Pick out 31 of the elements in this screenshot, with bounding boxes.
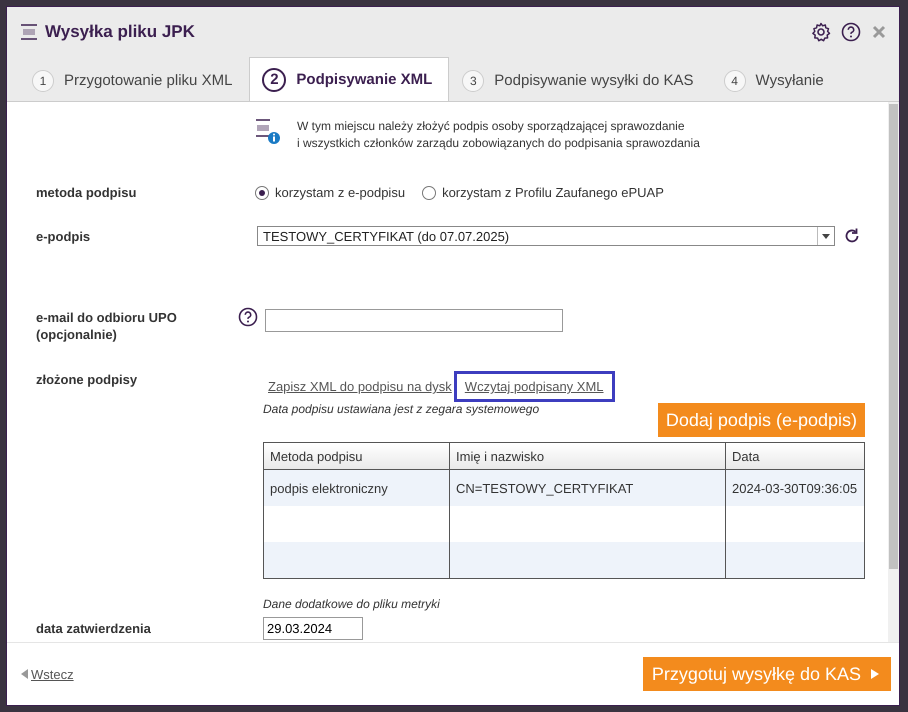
step-tab[interactable]: 4 Wysyłanie <box>710 59 841 101</box>
note-text: Data podpisu ustawiana jest z zegara systemowego <box>263 402 540 418</box>
field-label: data zatwierdzenia <box>36 620 152 637</box>
radio-option[interactable]: korzystam z Profilu Zaufanego ePUAP <box>442 185 664 200</box>
field-label: złożone podpisy <box>36 371 138 388</box>
field-label: metoda podpisu <box>36 184 138 201</box>
table-cell: CN=TESTOWY_CERTYFIKAT <box>450 470 726 506</box>
date-input-field[interactable]: 29.03.2024 <box>263 617 363 640</box>
link[interactable]: Zapisz XML do podpisu na dysk <box>268 374 452 399</box>
link[interactable]: Wczytaj podpisany XML <box>454 371 615 402</box>
window-title: Wysyłka pliku JPK <box>45 22 196 42</box>
step-tab[interactable]: 3 Podpisywanie wysyłki do KAS <box>449 59 711 101</box>
column-header: Data <box>731 448 760 466</box>
step-number: 2 <box>262 68 286 92</box>
table-cell: podpis elektroniczny <box>264 470 450 506</box>
step-number: 4 <box>724 70 746 92</box>
step-number: 1 <box>32 70 54 92</box>
info-text: W tym miejscu należy złożyć podpis osoby sporządzającej sprawozdanie i wszystkich członków zarządu zobowiązanych do podpisania sprawozdania <box>297 118 700 152</box>
step-tab[interactable]: 2 Podpisywanie XML <box>249 57 450 101</box>
step-number: 3 <box>462 70 484 92</box>
column-header: Imię i nazwisko <box>450 443 726 469</box>
step-tab[interactable]: 1 Przygotowanie pliku XML <box>19 59 250 101</box>
certificate-dropdown[interactable]: TESTOWY_CERTYFIKAT (do 07.07.2025) <box>257 226 835 246</box>
field-label: e-podpis <box>36 228 92 244</box>
column-header: Metoda podpisu <box>264 443 450 469</box>
note-text: Dane dodatkowe do pliku metryki <box>263 597 440 611</box>
dropdown-value: TESTOWY_CERTYFIKAT (do 07.07.2025) <box>262 228 510 244</box>
back-link[interactable]: Wstecz <box>21 666 74 682</box>
radio-option[interactable]: korzystam z e-podpisu <box>275 185 406 200</box>
table-cell-text: 2024-03-30T09:36:05 <box>731 480 858 498</box>
field-label: e-mail do odbioru UPO (opcjonalnie) <box>36 309 178 343</box>
